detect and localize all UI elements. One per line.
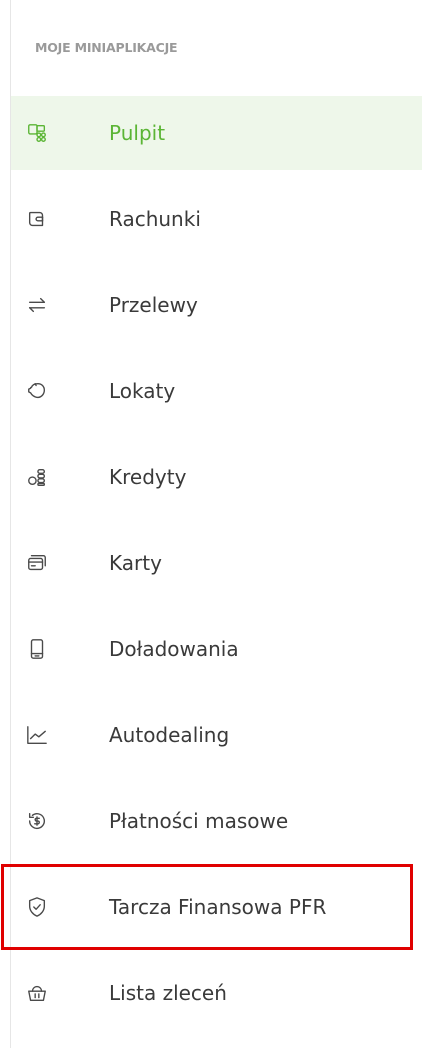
menu-item-kredyty[interactable]: Kredyty: [11, 434, 422, 520]
menu-item-platnosci-masowe[interactable]: Płatności masowe: [11, 778, 422, 864]
menu-item-label: Karty: [109, 551, 162, 575]
menu-item-label: Kredyty: [109, 465, 187, 489]
phone-icon: [25, 637, 49, 661]
mini-apps-menu: Pulpit Rachunki Przelewy Lokaty Kredyty: [1, 96, 422, 1036]
menu-item-label: Rachunki: [109, 207, 201, 231]
menu-item-label: Lista zleceń: [109, 981, 227, 1005]
menu-item-lista-zlecen[interactable]: Lista zleceń: [11, 950, 422, 1036]
menu-item-lokaty[interactable]: Lokaty: [11, 348, 422, 434]
wallet-icon: [25, 207, 49, 231]
menu-item-tarcza-finansowa-pfr[interactable]: Tarcza Finansowa PFR: [1, 864, 413, 950]
menu-item-przelewy[interactable]: Przelewy: [11, 262, 422, 348]
coins-icon: [25, 465, 49, 489]
menu-item-label: Pulpit: [109, 121, 166, 145]
section-title: MOJE MINIAPLIKACJE: [35, 40, 178, 55]
menu-item-label: Doładowania: [109, 637, 239, 661]
line-chart-icon: [25, 723, 49, 747]
menu-item-autodealing[interactable]: Autodealing: [11, 692, 422, 778]
basket-icon: [25, 981, 49, 1005]
transfer-arrows-icon: [25, 293, 49, 317]
menu-item-rachunki[interactable]: Rachunki: [11, 176, 422, 262]
shield-check-icon: [25, 895, 49, 919]
menu-item-label: Lokaty: [109, 379, 176, 403]
menu-item-doladowania[interactable]: Doładowania: [11, 606, 422, 692]
cards-icon: [25, 551, 49, 575]
dollar-cycle-icon: [25, 809, 49, 833]
mini-apps-sidebar: MOJE MINIAPLIKACJE Pulpit Rachunki Przel…: [1, 0, 422, 1048]
piggy-bank-icon: [25, 379, 49, 403]
menu-item-label: Tarcza Finansowa PFR: [109, 895, 327, 919]
menu-item-label: Autodealing: [109, 723, 230, 747]
menu-item-karty[interactable]: Karty: [11, 520, 422, 606]
menu-item-label: Płatności masowe: [109, 809, 289, 833]
dashboard-icon: [25, 121, 49, 145]
menu-item-label: Przelewy: [109, 293, 198, 317]
menu-item-pulpit[interactable]: Pulpit: [11, 96, 422, 170]
